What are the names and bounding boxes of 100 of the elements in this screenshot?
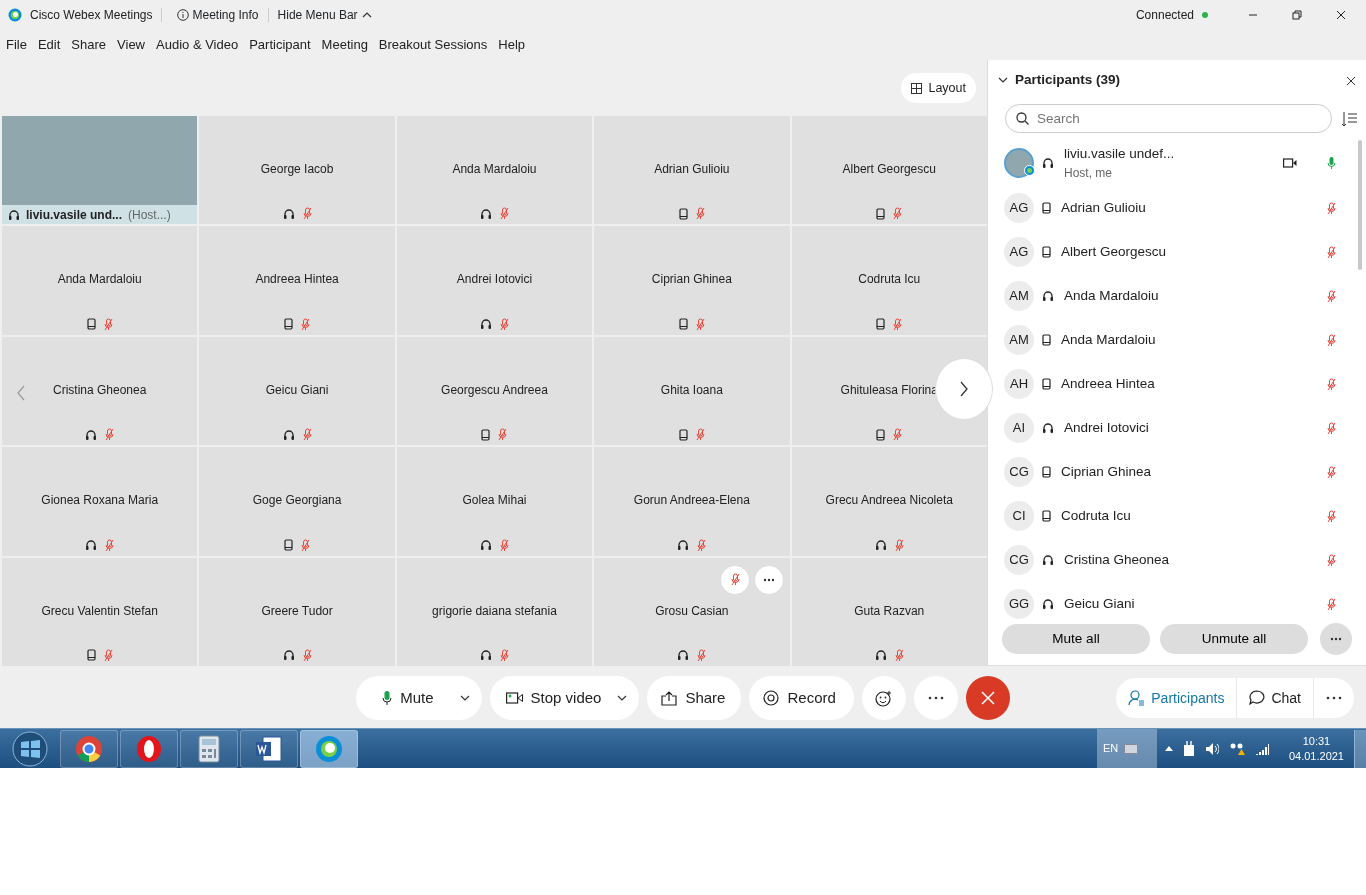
phone-icon (1042, 246, 1051, 258)
menu-item[interactable]: Help (498, 35, 525, 55)
search-field[interactable]: Search (1005, 104, 1332, 133)
participant-name: Andreea Hintea (1061, 374, 1155, 393)
phone-icon (1042, 202, 1051, 214)
participant-name: Ghita Ioana (660, 381, 723, 399)
muted-microphone-icon (894, 648, 904, 662)
connection-status: Connected (1135, 7, 1194, 24)
participants-tab[interactable]: Participants (1116, 678, 1238, 718)
headset-icon (479, 539, 492, 552)
taskbar-app-button[interactable] (180, 729, 238, 768)
phone-icon (284, 539, 294, 552)
signal-bars-icon (1254, 742, 1269, 755)
taskbar-app-button[interactable] (300, 729, 358, 768)
participant-name: Anda Mardaloiu (452, 161, 537, 178)
muted-microphone-icon (301, 538, 311, 552)
more-icon (1330, 637, 1342, 641)
menu-item[interactable]: View (117, 35, 145, 55)
headset-icon (282, 207, 295, 220)
participant-name: Geicu Giani (1064, 594, 1135, 613)
chevron-up-icon (361, 12, 372, 18)
scrollbar-thumb[interactable] (1358, 140, 1362, 270)
leave-meeting-button[interactable] (965, 676, 1010, 720)
muted-microphone-icon (1327, 509, 1336, 523)
mute-all-button[interactable]: Mute all (1002, 624, 1150, 654)
phone-icon (678, 428, 688, 441)
phone-icon (1042, 510, 1051, 522)
network-warning-icon (1228, 741, 1245, 756)
participant-name: Geicu Giani (265, 381, 329, 399)
participant-name: Golea Mihai (462, 492, 527, 510)
muted-microphone-icon (695, 207, 705, 221)
initials-avatar: AI (1004, 413, 1034, 443)
close-icon (1336, 10, 1346, 20)
headset-icon (85, 428, 98, 441)
participant-name: Adrian Gulioiu (654, 161, 730, 178)
muted-microphone-icon (105, 428, 115, 442)
participant-name: Ciprian Ghinea (651, 271, 732, 289)
muted-microphone-icon (697, 538, 707, 552)
muted-microphone-icon (1327, 597, 1336, 611)
headset-icon (479, 318, 492, 331)
reactions-button[interactable] (861, 676, 906, 720)
participant-name: Gionea Roxana Maria (41, 492, 159, 510)
muted-microphone-icon (302, 428, 312, 442)
phone-icon (876, 207, 886, 220)
sort-icon (1342, 110, 1358, 127)
participant-name: Andrei Iotovici (456, 271, 533, 289)
headset-icon (479, 649, 492, 662)
muted-microphone-icon (1327, 421, 1336, 435)
record-button[interactable]: Record (749, 676, 854, 720)
headset-icon (677, 539, 690, 552)
menu-item[interactable]: Breakout Sessions (378, 35, 488, 55)
initials-avatar: CG (1004, 545, 1034, 575)
muted-microphone-icon (697, 648, 707, 662)
menu-item[interactable]: Share (71, 35, 107, 55)
layout-button[interactable]: Layout (901, 73, 976, 103)
muted-microphone-icon (1327, 465, 1336, 479)
menu-item[interactable]: Edit (37, 35, 61, 55)
participant-name: Codruta Icu (1061, 506, 1131, 525)
show-desktop-button[interactable] (1354, 729, 1366, 768)
muted-microphone-icon (1327, 245, 1336, 259)
taskbar-app-button[interactable] (240, 729, 298, 768)
menu-item[interactable]: Audio & Video (156, 35, 239, 55)
share-button[interactable]: Share (647, 676, 742, 720)
muted-microphone-icon (1327, 201, 1336, 215)
taskbar-app-button[interactable] (120, 729, 178, 768)
webex-logo-icon (315, 734, 343, 763)
menu-item[interactable]: Meeting (321, 35, 368, 55)
muted-microphone-icon (499, 207, 509, 221)
caret-icon (617, 695, 628, 701)
initials-avatar: AM (1004, 281, 1034, 311)
muted-microphone-icon (301, 317, 311, 331)
more-button[interactable] (1320, 623, 1352, 655)
menu-item[interactable]: Participant (249, 35, 311, 55)
headset-icon (1042, 290, 1054, 302)
muted-microphone-icon (105, 538, 115, 552)
mute-button[interactable]: Mute (356, 676, 482, 720)
participant-name: liviu.vasile und... (26, 206, 123, 224)
headset-icon (282, 649, 295, 662)
unmute-all-button[interactable]: Unmute all (1160, 624, 1308, 654)
stop-video-button[interactable]: Stop video (489, 676, 640, 720)
muted-microphone-icon (302, 648, 312, 662)
phone-icon (284, 318, 294, 331)
participant-name: Greere Tudor (261, 602, 333, 620)
chat-tab[interactable]: Chat (1237, 678, 1314, 718)
muted-microphone-icon (302, 207, 312, 221)
hide-menu-bar-button[interactable]: Hide Menu Bar (276, 5, 373, 25)
headset-icon (479, 207, 492, 220)
muted-microphone-icon (893, 317, 903, 331)
meeting-info-button[interactable]: Meeting Info (175, 5, 260, 25)
opera-icon (136, 734, 162, 763)
start-orb-icon (12, 730, 48, 767)
menu-item[interactable]: File (6, 35, 27, 55)
initials-avatar: AH (1004, 369, 1034, 399)
speech-bubble-icon (1249, 690, 1266, 706)
phone-icon (1042, 334, 1051, 346)
participant-name: Gorun Andreea-Elena (633, 492, 750, 510)
microphone-icon (1327, 156, 1336, 170)
taskbar-app-button[interactable] (60, 729, 118, 768)
share-icon (661, 690, 678, 706)
participant-role: Host, me (1064, 165, 1113, 183)
